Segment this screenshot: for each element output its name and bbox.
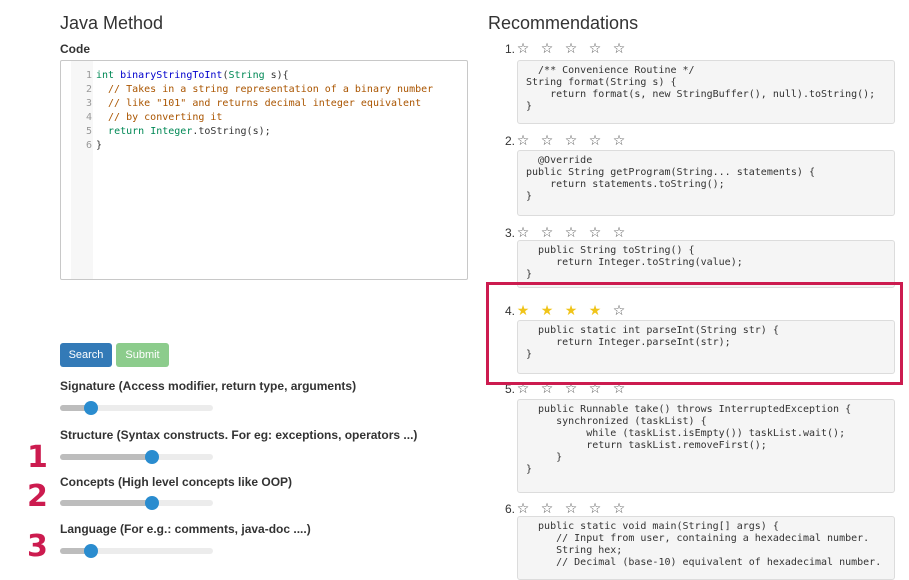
star-outline-icon[interactable]: ☆ [535,500,559,517]
code-token: // by converting it [96,112,223,123]
submit-button[interactable]: Submit [116,343,169,367]
star-outline-icon[interactable]: ☆ [607,500,631,517]
concepts-slider[interactable] [60,496,213,510]
code-line: 1 int binaryStringToInt(String s){ [73,69,289,83]
star-outline-icon[interactable]: ☆ [607,40,631,57]
star-outline-icon[interactable]: ☆ [511,224,535,241]
star-outline-icon[interactable]: ☆ [583,132,607,149]
recommendation-header: 2. ☆ ☆ ☆ ☆ ☆ [505,132,631,150]
recommendations-title: Recommendations [488,13,639,33]
recommendation-code-block: @Override public String getProgram(Strin… [517,150,895,216]
code-token: int [96,70,121,81]
code-token: String [228,70,265,81]
annotation-number-1: 1 [27,440,48,475]
recommendation-code: /** Convenience Routine */ String format… [526,65,876,112]
star-outline-icon[interactable]: ☆ [535,40,559,57]
code-token: return [108,126,151,137]
concepts-slider-label: Concepts (High level concepts like OOP) [60,475,293,489]
annotation-number-3: 3 [27,529,48,564]
code-line: 2 // Takes in a string representation of… [73,83,433,97]
star-outline-icon[interactable]: ☆ [607,132,631,149]
star-outline-icon[interactable]: ☆ [559,224,583,241]
code-line: 3 // like "101" and returns decimal inte… [73,97,421,111]
star-outline-icon[interactable]: ☆ [583,40,607,57]
star-outline-icon[interactable]: ☆ [559,132,583,149]
line-number: 6 [85,140,92,151]
star-outline-icon[interactable]: ☆ [559,500,583,517]
star-outline-icon[interactable]: ☆ [607,224,631,241]
code-token: Integer [150,126,193,137]
code-token: .toString(s); [192,126,271,137]
slider-thumb[interactable] [83,401,98,415]
star-outline-icon[interactable]: ☆ [511,40,535,57]
slider-thumb[interactable] [144,450,159,464]
code-token: s){ [264,70,289,81]
recommendation-code: public Runnable take() throws Interrupte… [526,404,852,475]
recommendation-code-block: public static void main(String[] args) {… [517,516,895,580]
java-method-title: Java Method [60,13,164,33]
recommendation-code: public static void main(String[] args) {… [538,521,882,568]
line-number: 3 [85,98,92,109]
code-token: // Takes in a string representation of a… [96,84,434,95]
language-slider-label: Language (For e.g.: comments, java-doc .… [60,522,311,536]
code-line: 5 return Integer.toString(s); [73,125,271,139]
star-outline-icon[interactable]: ☆ [535,224,559,241]
slider-fill [60,454,152,460]
code-token: // like "101" and returns decimal intege… [96,98,422,109]
highlight-box [486,282,903,385]
code-line: 6} [73,139,102,153]
star-outline-icon[interactable]: ☆ [583,224,607,241]
line-number: 1 [85,70,92,81]
star-outline-icon[interactable]: ☆ [583,500,607,517]
structure-slider[interactable] [60,450,213,464]
recommendation-code-block: /** Convenience Routine */ String format… [517,60,895,124]
search-button[interactable]: Search [60,343,112,367]
star-outline-icon[interactable]: ☆ [559,40,583,57]
slider-thumb[interactable] [144,496,159,510]
signature-slider[interactable] [60,401,213,415]
star-outline-icon[interactable]: ☆ [511,500,535,517]
recommendation-header: 1. ☆ ☆ ☆ ☆ ☆ [505,40,631,58]
code-line: 4 // by converting it [73,111,222,125]
language-slider[interactable] [60,544,213,558]
slider-thumb[interactable] [83,544,98,558]
recommendation-code-block: public Runnable take() throws Interrupte… [517,399,895,493]
code-label: Code [60,42,90,56]
signature-slider-label: Signature (Access modifier, return type,… [60,379,357,393]
structure-slider-label: Structure (Syntax constructs. For eg: ex… [60,428,418,442]
slider-fill [60,500,152,506]
line-number: 2 [85,84,92,95]
recommendation-code: public String toString() { return Intege… [526,245,743,280]
star-outline-icon[interactable]: ☆ [535,132,559,149]
recommendation-code: @Override public String getProgram(Strin… [526,155,815,202]
code-token: binaryStringToInt [120,70,223,81]
line-number: 4 [85,112,92,123]
star-outline-icon[interactable]: ☆ [511,132,535,149]
code-editor[interactable]: 1 int binaryStringToInt(String s){2 // Ta… [60,60,468,280]
code-token: } [96,140,103,151]
recommendation-code-block: public String toString() { return Intege… [517,240,895,288]
annotation-number-2: 2 [27,479,48,514]
line-number: 5 [85,126,92,137]
